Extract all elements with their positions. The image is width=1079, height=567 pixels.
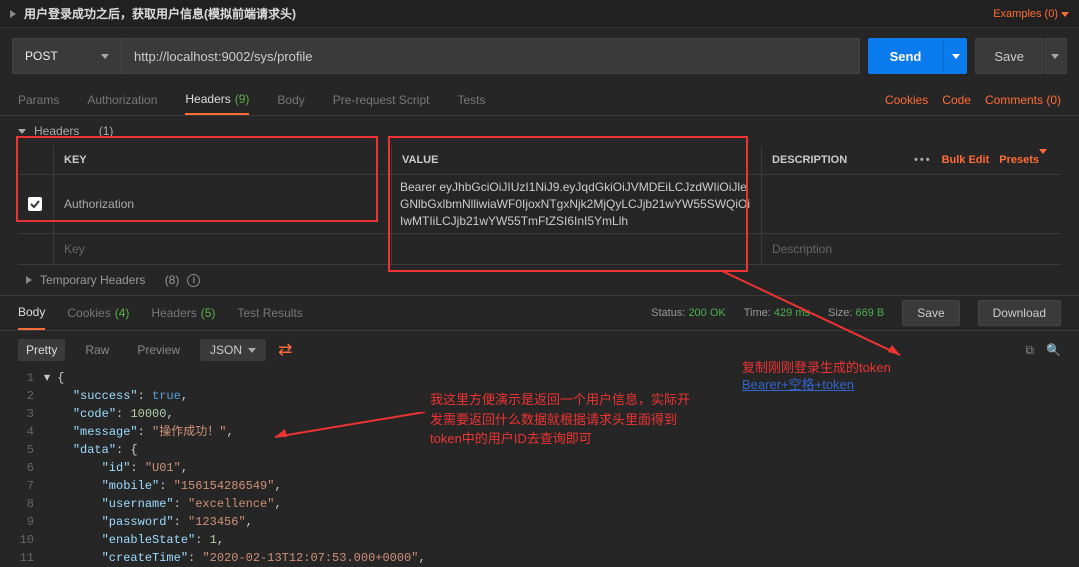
format-select[interactable]: JSON [200,339,266,361]
response-body[interactable]: 1▾ { 2 "success": true, 3 "code": 10000,… [0,369,1079,567]
table-header-row: KEY VALUE DESCRIPTION ••• Bulk Edit Pres… [18,146,1061,175]
table-row: Authorization Bearer eyJhbGciOiJIUzI1NiJ… [18,175,1061,234]
title-bar: 用户登录成功之后，获取用户信息(模拟前端请求头) Examples (0) [0,0,1079,28]
request-bar: POST Send Save [0,28,1079,84]
search-icon[interactable]: 🔍 [1046,343,1061,358]
chevron-right-icon [26,276,32,284]
code-link[interactable]: Code [942,93,971,107]
resp-tab-cookies[interactable]: Cookies(4) [67,296,129,330]
view-preview[interactable]: Preview [129,339,188,361]
response-view-bar: Pretty Raw Preview JSON ⇄ ⧉ 🔍 [0,331,1079,369]
request-title: 用户登录成功之后，获取用户信息(模拟前端请求头) [24,5,296,22]
chevron-down-icon [101,54,109,59]
method-select[interactable]: POST [12,38,122,74]
presets-dropdown[interactable]: Presets [999,154,1047,166]
cookies-link[interactable]: Cookies [885,93,928,107]
status-code: 200 OK [688,307,725,319]
comments-link[interactable]: Comments (0) [985,93,1061,107]
headers-table: KEY VALUE DESCRIPTION ••• Bulk Edit Pres… [0,146,1079,265]
tab-params[interactable]: Params [18,84,59,115]
send-dropdown[interactable] [943,38,967,74]
response-size: 669 B [856,307,885,319]
bulk-edit-link[interactable]: Bulk Edit [942,154,990,166]
response-time: 429 ms [774,307,810,319]
key-cell[interactable]: Authorization [54,175,392,233]
wrap-icon[interactable]: ⇄ [278,340,292,360]
temporary-headers-toggle[interactable]: Temporary Headers (8) i [0,265,1079,295]
save-button[interactable]: Save [975,38,1043,74]
tab-tests[interactable]: Tests [457,84,485,115]
value-cell[interactable]: Bearer eyJhbGciOiJIUzI1NiJ9.eyJqdGkiOiJV… [392,175,762,233]
more-icon[interactable]: ••• [914,154,932,166]
description-cell[interactable] [762,175,1061,233]
send-button[interactable]: Send [868,38,944,74]
resp-tab-body[interactable]: Body [18,296,45,330]
headers-section-toggle[interactable]: Headers (1) [0,116,1079,146]
view-raw[interactable]: Raw [77,339,117,361]
request-tabs: Params Authorization Headers(9) Body Pre… [0,84,1079,116]
info-icon[interactable]: i [187,274,200,287]
examples-dropdown[interactable]: Examples (0) [993,8,1069,20]
row-checkbox[interactable] [18,175,54,233]
view-pretty[interactable]: Pretty [18,339,65,361]
collapse-icon[interactable] [10,10,16,18]
chevron-down-icon [1061,12,1069,17]
tab-authorization[interactable]: Authorization [87,84,157,115]
save-response-button[interactable]: Save [902,300,959,326]
response-tabs: Body Cookies(4) Headers(5) Test Results … [0,295,1079,331]
chevron-down-icon [18,129,26,134]
tab-body[interactable]: Body [277,84,304,115]
tab-prereq[interactable]: Pre-request Script [333,84,430,115]
table-new-row[interactable]: Key Description [18,234,1061,265]
resp-tab-headers[interactable]: Headers(5) [151,296,215,330]
save-dropdown[interactable] [1043,38,1067,74]
col-description: DESCRIPTION ••• Bulk Edit Presets [762,146,1061,174]
col-key: KEY [54,146,392,174]
col-value: VALUE [392,146,762,174]
download-button[interactable]: Download [978,300,1061,326]
copy-icon[interactable]: ⧉ [1025,343,1034,358]
tab-headers[interactable]: Headers(9) [185,84,249,115]
url-input[interactable] [122,38,860,74]
resp-tab-tests[interactable]: Test Results [237,296,302,330]
